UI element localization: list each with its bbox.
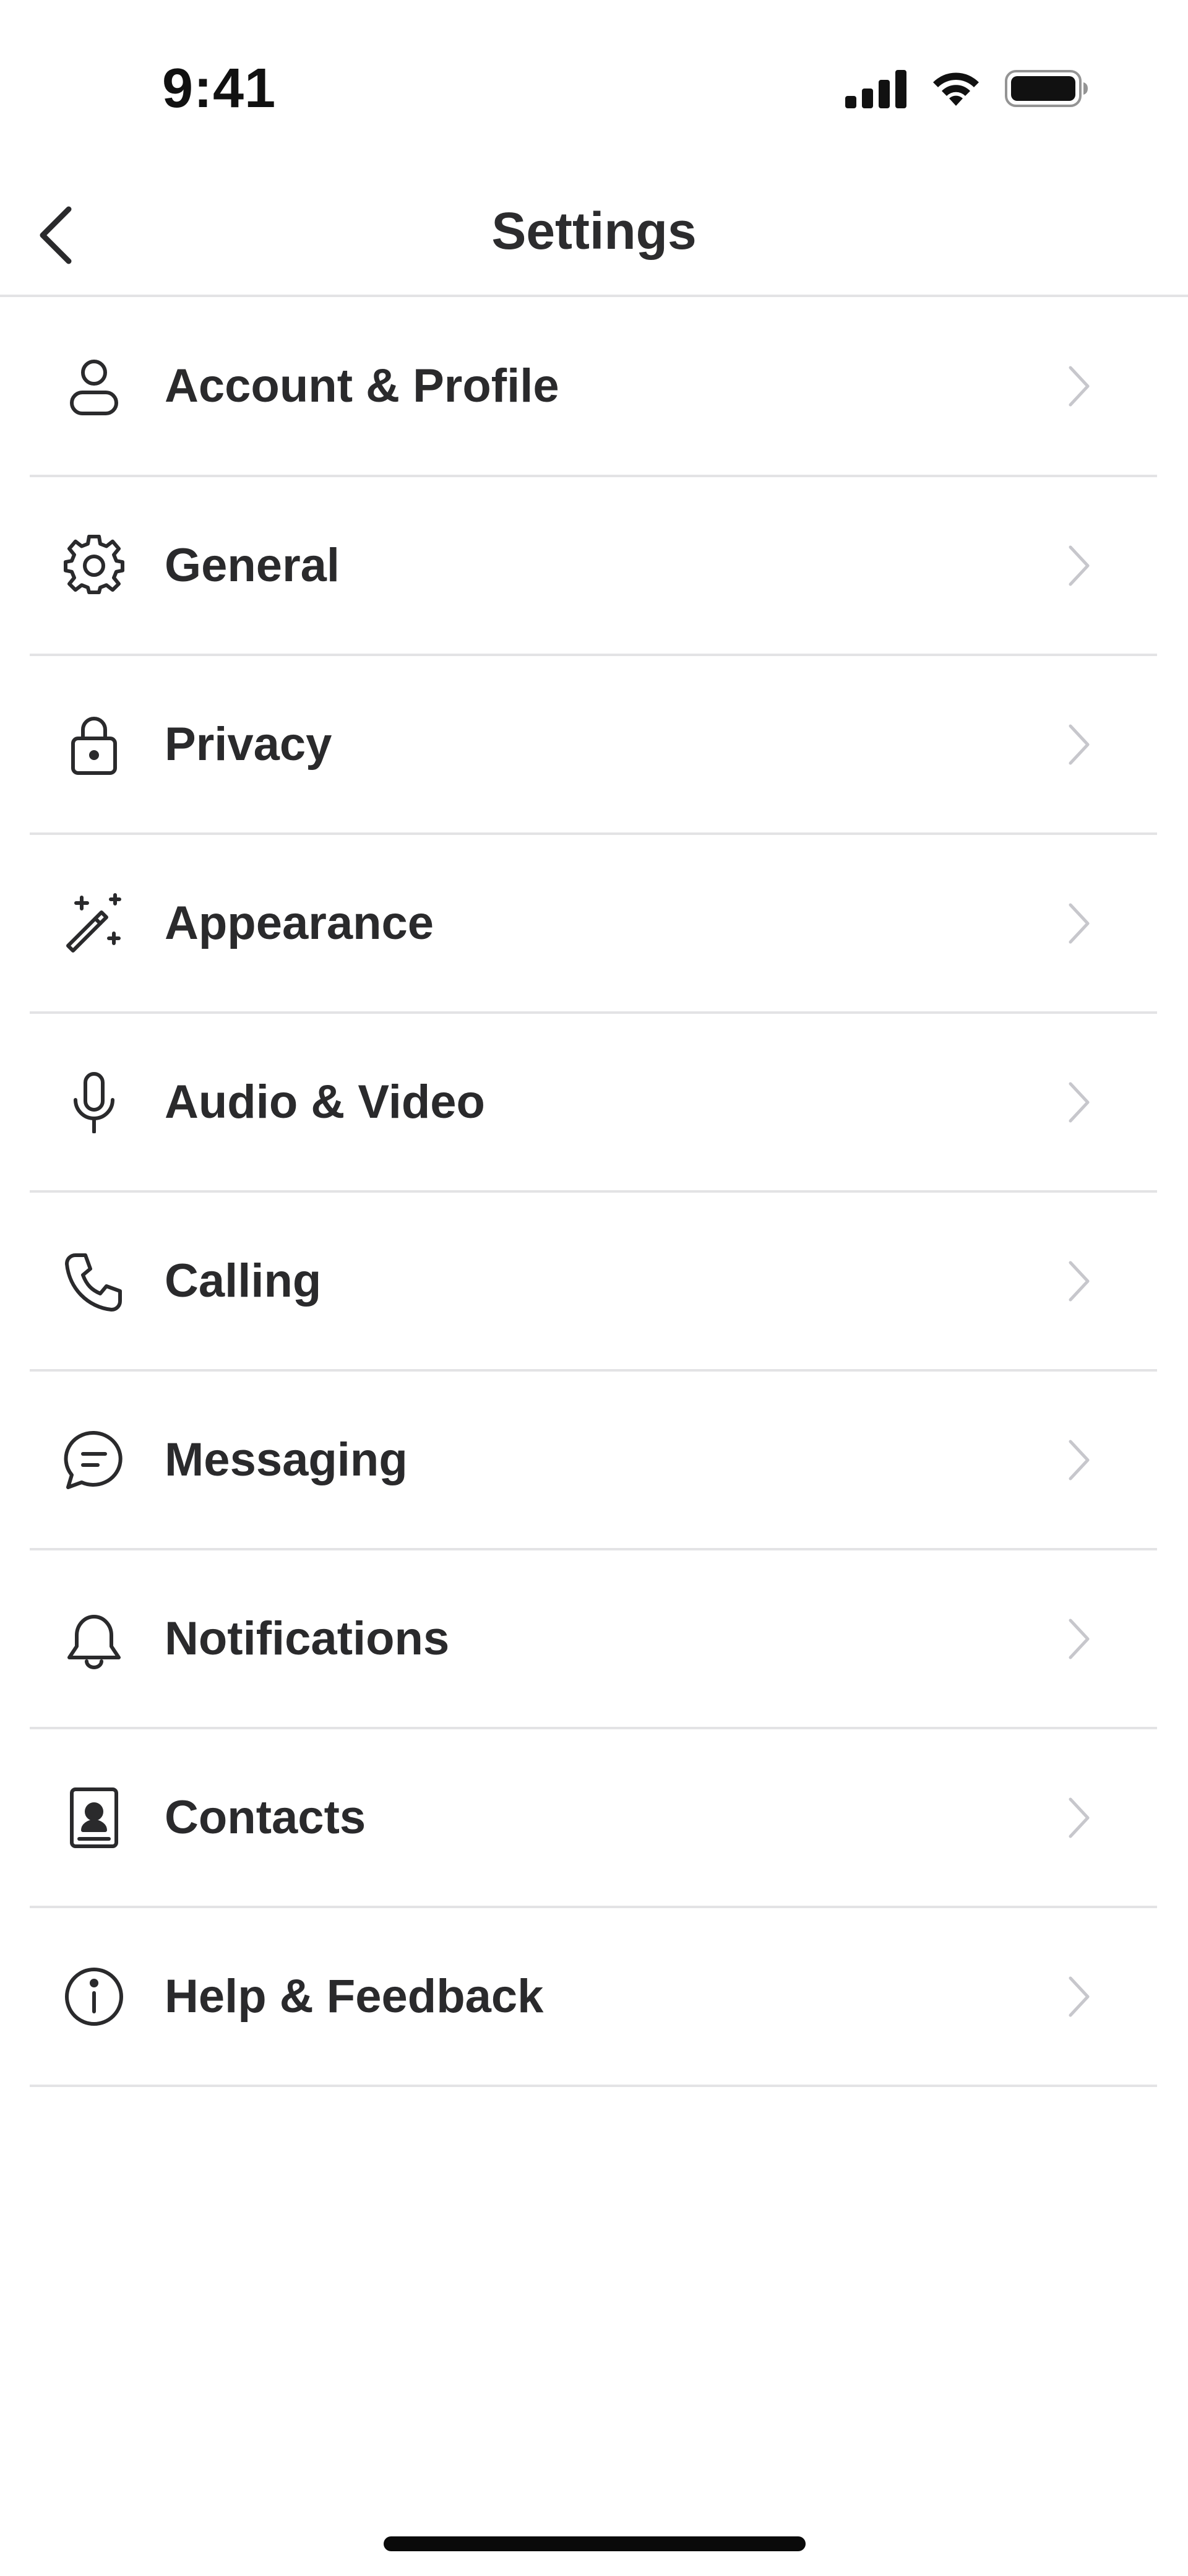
settings-item-label: Appearance [165, 896, 434, 949]
home-indicator[interactable] [384, 2536, 806, 2551]
person-icon [63, 355, 125, 417]
chevron-right-icon [1061, 899, 1098, 948]
chevron-right-icon [1061, 1078, 1098, 1127]
settings-item-label: Calling [165, 1254, 322, 1307]
settings-item-label: Notifications [165, 1612, 450, 1665]
settings-item-messaging[interactable]: Messaging [30, 1372, 1157, 1550]
settings-item-general[interactable]: General [30, 477, 1157, 656]
settings-item-account-profile[interactable]: Account & Profile [30, 297, 1157, 477]
page-title: Settings [491, 202, 697, 260]
status-icons [845, 67, 1089, 110]
status-time: 9:41 [162, 58, 277, 119]
contact-book-icon [63, 1787, 125, 1849]
settings-item-label: Privacy [165, 717, 332, 771]
chevron-right-icon [1061, 361, 1098, 411]
settings-item-help-feedback[interactable]: Help & Feedback [30, 1908, 1157, 2087]
chevron-right-icon [1061, 1793, 1098, 1843]
battery-icon [1005, 69, 1089, 108]
settings-item-calling[interactable]: Calling [30, 1193, 1157, 1372]
chevron-right-icon [1061, 1256, 1098, 1306]
settings-item-contacts[interactable]: Contacts [30, 1729, 1157, 1908]
info-icon [63, 1966, 125, 2028]
wifi-icon [929, 69, 983, 108]
settings-list: Account & Profile General Privacy Appear… [30, 297, 1157, 2087]
settings-item-privacy[interactable]: Privacy [30, 656, 1157, 835]
chevron-right-icon [1061, 1614, 1098, 1664]
microphone-icon [63, 1071, 125, 1133]
settings-item-label: Help & Feedback [165, 1969, 544, 2023]
phone-icon [63, 1250, 125, 1312]
settings-item-notifications[interactable]: Notifications [30, 1550, 1157, 1729]
chevron-right-icon [1061, 541, 1098, 590]
bell-icon [63, 1608, 125, 1670]
settings-item-label: Account & Profile [165, 359, 559, 412]
nav-bar: Settings [0, 167, 1188, 297]
settings-item-appearance[interactable]: Appearance [30, 835, 1157, 1014]
chat-bubble-icon [63, 1429, 125, 1491]
settings-item-label: General [165, 538, 340, 592]
gear-icon [63, 534, 125, 597]
status-bar: 9:41 [0, 0, 1188, 167]
settings-item-label: Audio & Video [165, 1075, 485, 1128]
chevron-right-icon [1061, 1435, 1098, 1485]
chevron-right-icon [1061, 1972, 1098, 2021]
lock-icon [63, 714, 125, 776]
settings-item-label: Contacts [165, 1791, 366, 1844]
settings-item-audio-video[interactable]: Audio & Video [30, 1014, 1157, 1193]
settings-item-label: Messaging [165, 1433, 408, 1486]
chevron-right-icon [1061, 720, 1098, 769]
magic-wand-icon [63, 893, 125, 954]
cellular-signal-icon [845, 69, 907, 108]
